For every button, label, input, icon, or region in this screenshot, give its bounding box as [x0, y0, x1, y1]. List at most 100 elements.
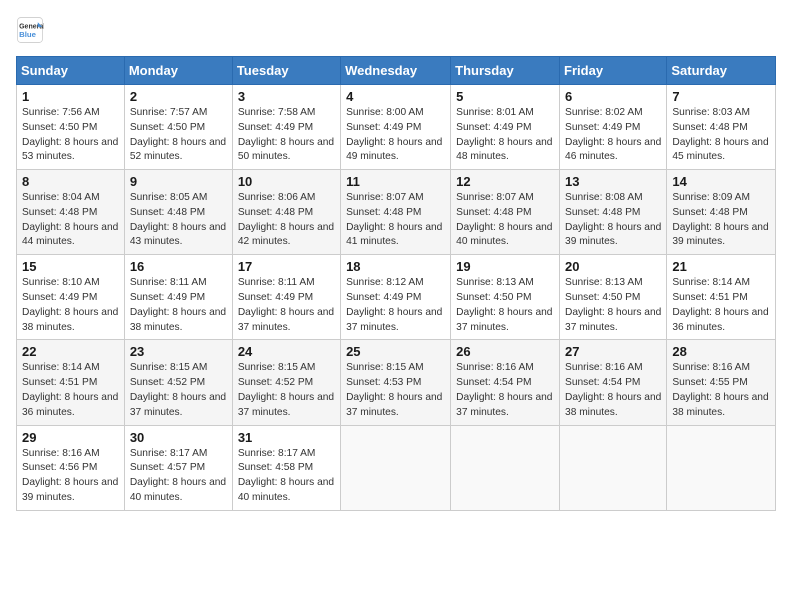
calendar-cell: 5Sunrise: 8:01 AMSunset: 4:49 PMDaylight… [451, 85, 560, 170]
day-number: 13 [565, 174, 661, 189]
day-info: Sunrise: 8:12 AMSunset: 4:49 PMDaylight:… [346, 277, 442, 332]
day-number: 31 [238, 430, 335, 445]
day-number: 20 [565, 259, 661, 274]
calendar-cell: 14 Sunrise: 8:09 AMSunset: 4:48 PMDayligh… [667, 170, 776, 255]
day-number: 8 [22, 174, 119, 189]
calendar-cell: 30 Sunrise: 8:17 AMSunset: 4:57 PMDayligh… [124, 425, 232, 510]
calendar-cell: 18 Sunrise: 8:12 AMSunset: 4:49 PMDayligh… [341, 255, 451, 340]
calendar-cell: 11Sunrise: 8:07 AMSunset: 4:48 PMDayligh… [341, 170, 451, 255]
day-info: Sunrise: 8:14 AMSunset: 4:51 PMDaylight:… [672, 277, 768, 332]
calendar-week-2: 8Sunrise: 8:04 AMSunset: 4:48 PMDaylight… [17, 170, 776, 255]
day-number: 23 [130, 344, 227, 359]
column-header-monday: Monday [124, 57, 232, 85]
day-info: Sunrise: 8:10 AMSunset: 4:49 PMDaylight:… [22, 277, 118, 332]
day-number: 27 [565, 344, 661, 359]
day-info: Sunrise: 8:00 AMSunset: 4:49 PMDaylight:… [346, 107, 442, 162]
day-info: Sunrise: 8:16 AMSunset: 4:54 PMDaylight:… [565, 362, 661, 417]
column-header-friday: Friday [560, 57, 667, 85]
calendar-cell: 20 Sunrise: 8:13 AMSunset: 4:50 PMDayligh… [560, 255, 667, 340]
column-header-sunday: Sunday [17, 57, 125, 85]
calendar-cell: 9Sunrise: 8:05 AMSunset: 4:48 PMDaylight… [124, 170, 232, 255]
day-number: 30 [130, 430, 227, 445]
day-number: 10 [238, 174, 335, 189]
logo: General Blue [16, 16, 48, 44]
logo-icon: General Blue [16, 16, 44, 44]
calendar-cell: 6 Sunrise: 8:02 AMSunset: 4:49 PMDaylight… [560, 85, 667, 170]
calendar-cell: 15 Sunrise: 8:10 AMSunset: 4:49 PMDayligh… [17, 255, 125, 340]
page-header: General Blue [16, 16, 776, 44]
day-info: Sunrise: 8:17 AMSunset: 4:57 PMDaylight:… [130, 448, 226, 503]
day-number: 12 [456, 174, 554, 189]
calendar-cell: 22 Sunrise: 8:14 AMSunset: 4:51 PMDayligh… [17, 340, 125, 425]
day-number: 24 [238, 344, 335, 359]
day-info: Sunrise: 8:09 AMSunset: 4:48 PMDaylight:… [672, 192, 768, 247]
day-info: Sunrise: 8:11 AMSunset: 4:49 PMDaylight:… [130, 277, 226, 332]
day-info: Sunrise: 8:07 AMSunset: 4:48 PMDaylight:… [456, 192, 552, 247]
day-number: 7 [672, 89, 770, 104]
calendar-cell [341, 425, 451, 510]
calendar-cell: 8Sunrise: 8:04 AMSunset: 4:48 PMDaylight… [17, 170, 125, 255]
day-info: Sunrise: 8:15 AMSunset: 4:52 PMDaylight:… [238, 362, 334, 417]
day-info: Sunrise: 8:16 AMSunset: 4:56 PMDaylight:… [22, 448, 118, 503]
svg-text:Blue: Blue [19, 30, 37, 39]
calendar-cell: 7 Sunrise: 8:03 AMSunset: 4:48 PMDaylight… [667, 85, 776, 170]
day-info: Sunrise: 7:56 AMSunset: 4:50 PMDaylight:… [22, 107, 118, 162]
day-info: Sunrise: 8:17 AMSunset: 4:58 PMDaylight:… [238, 448, 334, 503]
calendar-cell: 28 Sunrise: 8:16 AMSunset: 4:55 PMDayligh… [667, 340, 776, 425]
day-number: 9 [130, 174, 227, 189]
column-header-thursday: Thursday [451, 57, 560, 85]
day-info: Sunrise: 8:13 AMSunset: 4:50 PMDaylight:… [565, 277, 661, 332]
day-info: Sunrise: 8:02 AMSunset: 4:49 PMDaylight:… [565, 107, 661, 162]
day-number: 14 [672, 174, 770, 189]
calendar-week-1: 1 Sunrise: 7:56 AMSunset: 4:50 PMDaylight… [17, 85, 776, 170]
day-number: 6 [565, 89, 661, 104]
day-number: 28 [672, 344, 770, 359]
day-number: 29 [22, 430, 119, 445]
day-info: Sunrise: 8:01 AMSunset: 4:49 PMDaylight:… [456, 107, 552, 162]
day-info: Sunrise: 8:13 AMSunset: 4:50 PMDaylight:… [456, 277, 552, 332]
calendar-cell: 2 Sunrise: 7:57 AMSunset: 4:50 PMDaylight… [124, 85, 232, 170]
calendar-cell: 31 Sunrise: 8:17 AMSunset: 4:58 PMDayligh… [232, 425, 340, 510]
calendar-week-4: 22 Sunrise: 8:14 AMSunset: 4:51 PMDayligh… [17, 340, 776, 425]
calendar-table: SundayMondayTuesdayWednesdayThursdayFrid… [16, 56, 776, 511]
calendar-cell: 29 Sunrise: 8:16 AMSunset: 4:56 PMDayligh… [17, 425, 125, 510]
day-number: 1 [22, 89, 119, 104]
calendar-cell: 1 Sunrise: 7:56 AMSunset: 4:50 PMDaylight… [17, 85, 125, 170]
day-info: Sunrise: 8:16 AMSunset: 4:55 PMDaylight:… [672, 362, 768, 417]
day-number: 18 [346, 259, 445, 274]
day-info: Sunrise: 8:16 AMSunset: 4:54 PMDaylight:… [456, 362, 552, 417]
day-number: 17 [238, 259, 335, 274]
calendar-cell: 17 Sunrise: 8:11 AMSunset: 4:49 PMDayligh… [232, 255, 340, 340]
day-info: Sunrise: 8:11 AMSunset: 4:49 PMDaylight:… [238, 277, 334, 332]
calendar-cell [560, 425, 667, 510]
calendar-cell: 25 Sunrise: 8:15 AMSunset: 4:53 PMDayligh… [341, 340, 451, 425]
day-number: 22 [22, 344, 119, 359]
calendar-cell: 4 Sunrise: 8:00 AMSunset: 4:49 PMDaylight… [341, 85, 451, 170]
calendar-cell [667, 425, 776, 510]
day-info: Sunrise: 8:15 AMSunset: 4:53 PMDaylight:… [346, 362, 442, 417]
calendar-cell: 26 Sunrise: 8:16 AMSunset: 4:54 PMDayligh… [451, 340, 560, 425]
calendar-cell: 19Sunrise: 8:13 AMSunset: 4:50 PMDayligh… [451, 255, 560, 340]
calendar-cell: 12 Sunrise: 8:07 AMSunset: 4:48 PMDayligh… [451, 170, 560, 255]
calendar-week-5: 29 Sunrise: 8:16 AMSunset: 4:56 PMDayligh… [17, 425, 776, 510]
day-info: Sunrise: 8:06 AMSunset: 4:48 PMDaylight:… [238, 192, 334, 247]
day-number: 4 [346, 89, 445, 104]
day-number: 15 [22, 259, 119, 274]
calendar-header: SundayMondayTuesdayWednesdayThursdayFrid… [17, 57, 776, 85]
calendar-cell: 13 Sunrise: 8:08 AMSunset: 4:48 PMDayligh… [560, 170, 667, 255]
day-number: 26 [456, 344, 554, 359]
day-info: Sunrise: 8:03 AMSunset: 4:48 PMDaylight:… [672, 107, 768, 162]
day-number: 21 [672, 259, 770, 274]
calendar-cell [451, 425, 560, 510]
calendar-cell: 3 Sunrise: 7:58 AMSunset: 4:49 PMDaylight… [232, 85, 340, 170]
day-info: Sunrise: 8:08 AMSunset: 4:48 PMDaylight:… [565, 192, 661, 247]
column-header-tuesday: Tuesday [232, 57, 340, 85]
day-number: 2 [130, 89, 227, 104]
day-number: 3 [238, 89, 335, 104]
day-info: Sunrise: 7:58 AMSunset: 4:49 PMDaylight:… [238, 107, 334, 162]
day-info: Sunrise: 7:57 AMSunset: 4:50 PMDaylight:… [130, 107, 226, 162]
day-number: 25 [346, 344, 445, 359]
day-info: Sunrise: 8:15 AMSunset: 4:52 PMDaylight:… [130, 362, 226, 417]
day-info: Sunrise: 8:14 AMSunset: 4:51 PMDaylight:… [22, 362, 118, 417]
day-number: 11 [346, 174, 445, 189]
